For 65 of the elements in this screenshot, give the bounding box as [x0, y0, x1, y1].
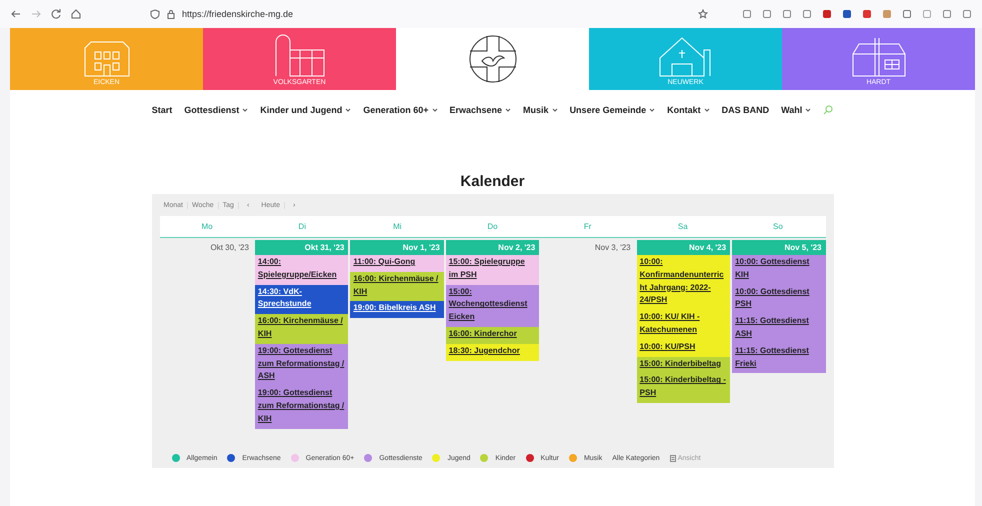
caret-icon: [505, 108, 512, 112]
search-icon[interactable]: [823, 105, 834, 115]
nav-link[interactable]: Start: [152, 105, 172, 115]
weekday-label: Sa: [676, 221, 689, 233]
event-link[interactable]: 14:00: Spielegruppe/Eicken: [254, 255, 348, 285]
nav-link[interactable]: Unsere Gemeinde: [570, 105, 646, 115]
event-link[interactable]: 16:00: Kinderchor: [446, 326, 540, 344]
event-link[interactable]: 11:15: Gottesdienst ASH: [732, 314, 826, 344]
star-icon[interactable]: [698, 9, 708, 19]
nav-link[interactable]: Kontakt: [667, 105, 701, 115]
date-label: Nov 5, '23: [732, 240, 826, 255]
weekday-label: Mi: [392, 221, 403, 233]
dove-cross-logo[interactable]: [468, 34, 518, 84]
event-link[interactable]: 19:00: Bibelkreis ASH: [350, 301, 444, 318]
event-link[interactable]: 15:00: Wochengottesdienst Eicken: [446, 284, 540, 327]
date-label: Nov 3, '23: [594, 242, 632, 254]
nav-link[interactable]: DAS BAND: [722, 105, 770, 115]
lock-icon: [166, 9, 176, 19]
event-link[interactable]: 18:30: Jugendchor: [446, 344, 540, 361]
weekday-label: Di: [297, 221, 307, 233]
nav-link[interactable]: Gottesdienst: [184, 105, 240, 115]
caret-icon: [345, 108, 352, 112]
event-link[interactable]: 10:00: Konfirmandenunterricht Jahrgang: 2022-24/PSH: [636, 255, 730, 310]
event-link[interactable]: 11:00: Qui-Gong: [350, 255, 444, 272]
nav-link[interactable]: Musik: [523, 105, 549, 115]
event-link[interactable]: 11:15: Gottesdienst Frieki: [732, 344, 826, 374]
event-link[interactable]: 19:00: Gottesdienst zum Reformationstag / ASH: [254, 344, 348, 386]
page-title: Kalender: [460, 173, 525, 190]
caret-icon: [432, 108, 438, 112]
shield-icon: [150, 9, 160, 19]
nav-link[interactable]: Generation 60+: [363, 105, 429, 115]
document-icon: [670, 454, 676, 462]
caret-icon: [242, 108, 248, 112]
reload-icon[interactable]: [50, 8, 62, 20]
event-link[interactable]: 14:30: VdK-Sprechstunde: [254, 284, 348, 314]
event-link[interactable]: 19:00: Gottesdienst zum Reformationstag / KIH: [254, 386, 348, 429]
forward-icon[interactable]: [30, 8, 42, 20]
event-link[interactable]: 10:00: Gottesdienst PSH: [732, 284, 826, 314]
date-label: Nov 2, '23: [446, 240, 540, 255]
weekday-label: So: [772, 221, 784, 233]
event-link[interactable]: 15:00: Spielegruppe im PSH: [446, 255, 540, 285]
event-link[interactable]: 10:00: KU/ KIH - Katechumenen: [636, 310, 730, 340]
event-link[interactable]: 16:00: Kirchenmäuse / KIH: [350, 272, 444, 302]
event-link[interactable]: 16:00: Kirchenmäuse / KIH: [254, 314, 348, 344]
nav-link[interactable]: Wahl: [781, 105, 802, 115]
event-link[interactable]: 10:00: KU/PSH: [636, 340, 730, 357]
weekday-label: Fr: [582, 221, 592, 233]
caret-icon: [805, 108, 812, 112]
nav-link[interactable]: Erwachsene: [450, 105, 502, 115]
event-link[interactable]: 15:00: Kinderbibeltag: [636, 356, 730, 374]
event-link[interactable]: 10:00: Gottesdienst KIH: [732, 255, 826, 285]
weekday-label: Mo: [200, 221, 214, 233]
date-label: Okt 31, '23: [254, 240, 348, 255]
home-icon[interactable]: [70, 8, 82, 20]
address-bar-url[interactable]: https://friedenskirche-mg.de: [182, 9, 294, 19]
event-link[interactable]: 15:00: Kinderbibeltag - PSH: [636, 373, 730, 403]
caret-icon: [552, 108, 558, 112]
back-icon[interactable]: [10, 8, 22, 20]
caret-icon: [649, 108, 656, 112]
nav-link[interactable]: Kinder und Jugend: [260, 105, 342, 115]
date-label: Okt 30, '23: [209, 242, 250, 254]
caret-icon: [704, 108, 710, 112]
date-label: Nov 1, '23: [350, 240, 444, 255]
date-label: Nov 4, '23: [636, 240, 730, 255]
weekday-label: Do: [486, 221, 499, 233]
